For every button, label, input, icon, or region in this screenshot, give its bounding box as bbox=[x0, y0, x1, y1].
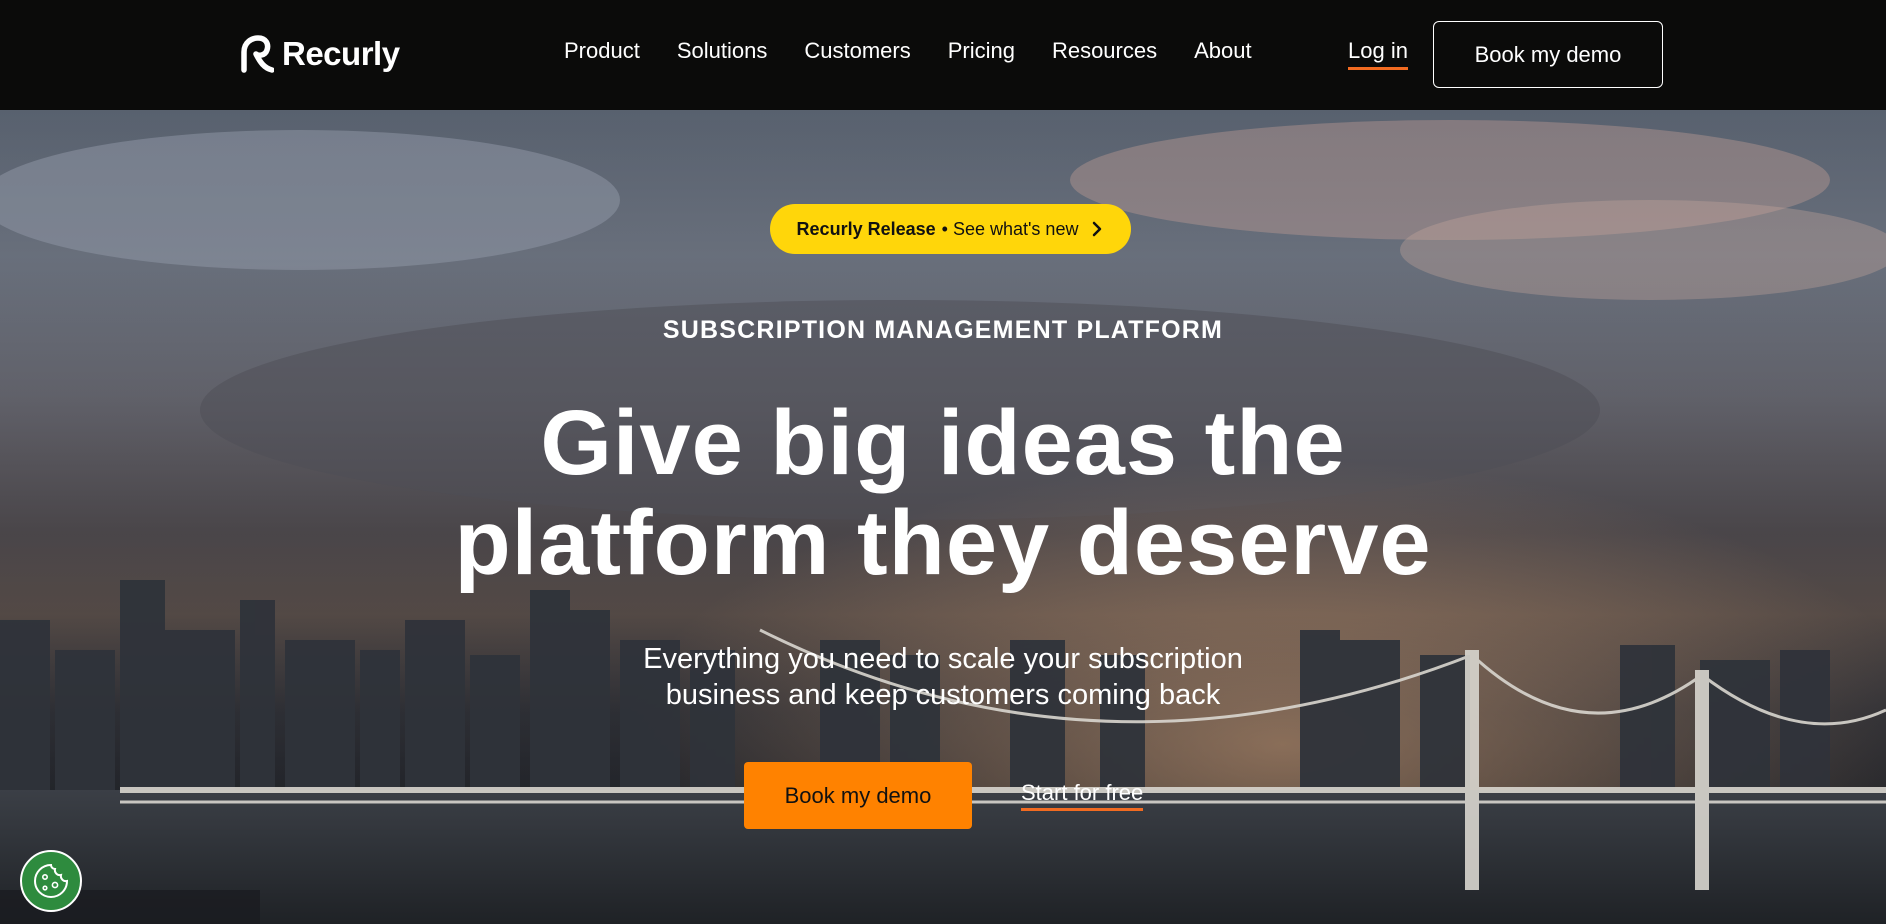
hero-book-demo-button[interactable]: Book my demo bbox=[744, 762, 972, 829]
nav-item-product[interactable]: Product bbox=[564, 38, 640, 64]
main-nav-menu: Product Solutions Customers Pricing Reso… bbox=[564, 38, 1289, 64]
nav-book-demo-button[interactable]: Book my demo bbox=[1433, 21, 1663, 88]
hero-headline: Give big ideas the platform they deserve bbox=[0, 393, 1886, 593]
nav-item-resources[interactable]: Resources bbox=[1052, 38, 1157, 64]
hero-subheading: Everything you need to scale your subscr… bbox=[0, 641, 1886, 713]
release-label: Recurly Release bbox=[796, 218, 936, 239]
recurly-r-icon bbox=[241, 35, 274, 73]
login-link[interactable]: Log in bbox=[1348, 38, 1408, 70]
headline-line-2: platform they deserve bbox=[454, 492, 1432, 594]
nav-item-solutions[interactable]: Solutions bbox=[677, 38, 768, 64]
brand-name: Recurly bbox=[282, 35, 400, 72]
hero-eyebrow: SUBSCRIPTION MANAGEMENT PLATFORM bbox=[662, 316, 1224, 344]
nav-item-about[interactable]: About bbox=[1194, 38, 1252, 64]
hero-section: Recurly Release • See what's new SUBSCRI… bbox=[0, 110, 1886, 924]
subhead-line-1: Everything you need to scale your subscr… bbox=[643, 643, 1243, 675]
nav-item-customers[interactable]: Customers bbox=[804, 38, 910, 64]
nav-item-pricing[interactable]: Pricing bbox=[948, 38, 1015, 64]
cookie-icon bbox=[34, 863, 69, 898]
headline-line-1: Give big ideas the bbox=[540, 392, 1346, 494]
chevron-right-icon bbox=[1093, 221, 1102, 237]
top-navigation-bar: Recurly Product Solutions Customers Pric… bbox=[0, 0, 1886, 110]
release-announcement-pill[interactable]: Recurly Release • See what's new bbox=[770, 204, 1131, 254]
release-link-text: • See what's new bbox=[941, 218, 1079, 239]
cookie-settings-button[interactable] bbox=[20, 850, 82, 912]
subhead-line-2: business and keep customers coming back bbox=[665, 679, 1221, 711]
start-for-free-link[interactable]: Start for free bbox=[1021, 780, 1144, 811]
recurly-logo[interactable]: Recurly bbox=[238, 33, 400, 75]
